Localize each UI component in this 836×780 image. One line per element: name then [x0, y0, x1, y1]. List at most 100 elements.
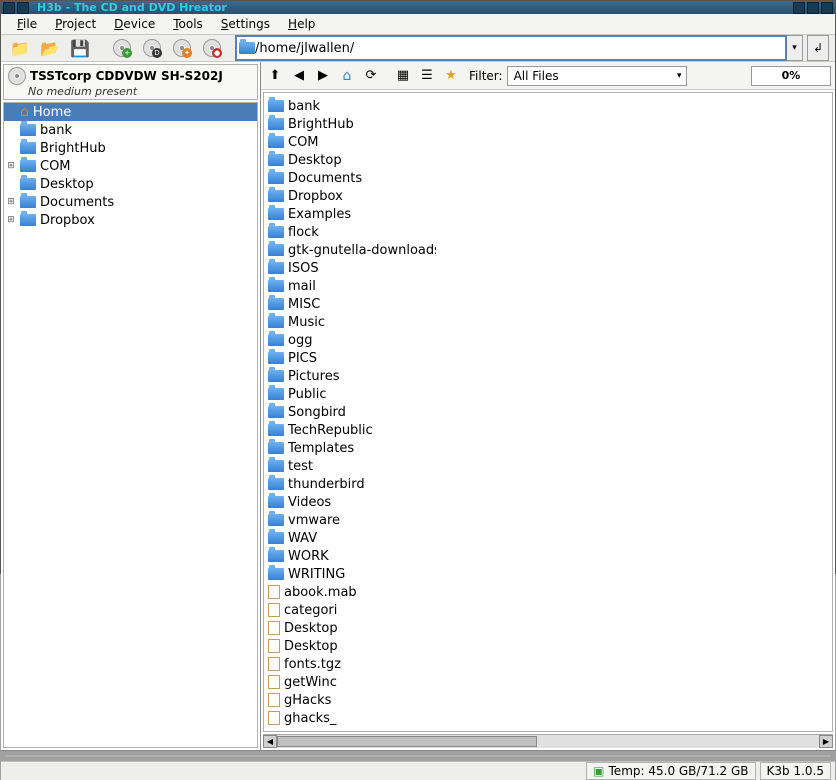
folder-item[interactable]: WAV [268, 529, 374, 547]
folder-item[interactable]: flock [268, 223, 436, 241]
folder-icon [20, 142, 36, 154]
folder-item[interactable]: Desktop [268, 151, 368, 169]
folder-item[interactable]: WORK [268, 547, 374, 565]
folder-item[interactable]: MISC [268, 295, 436, 313]
scroll-right[interactable]: ▶ [819, 735, 833, 748]
path-input-wrap [235, 35, 787, 61]
folder-item[interactable]: Videos [268, 493, 374, 511]
tree-home[interactable]: ⌂Home [4, 103, 257, 121]
nav-refresh[interactable]: ⟳ [361, 66, 381, 86]
main-toolbar: 📁 📂 💾 + D ✦ ● ▾ ↲ [1, 35, 835, 62]
folder-item[interactable]: TechRepublic [268, 421, 374, 439]
path-input[interactable] [255, 38, 783, 58]
new-project-button[interactable]: 📁 [7, 35, 33, 61]
save-button[interactable]: 💾 [67, 35, 93, 61]
folder-item[interactable]: Examples [268, 205, 368, 223]
file-icon [268, 675, 280, 689]
file-item[interactable]: getWinc [268, 673, 368, 691]
disc-action-2[interactable]: D [139, 35, 165, 61]
folder-item[interactable]: Music [268, 313, 436, 331]
minimize-button[interactable] [793, 2, 805, 14]
disc-action-4[interactable]: ● [199, 35, 225, 61]
folder-item[interactable]: mail [268, 277, 436, 295]
folder-item[interactable]: test [268, 457, 374, 475]
folder-item[interactable]: ISOS [268, 259, 436, 277]
right-pane: ⬆ ◀ ▶ ⌂ ⟳ ▦ ☰ ★ Filter: All Files 0% ban… [261, 62, 835, 750]
folder-item[interactable]: Templates [268, 439, 374, 457]
scroll-left[interactable]: ◀ [263, 735, 277, 748]
folder-item[interactable]: Dropbox [268, 187, 368, 205]
h-scrollbar[interactable]: ◀ ▶ [263, 734, 833, 748]
folder-item[interactable]: gtk-gnutella-downloads [268, 241, 436, 259]
go-button[interactable]: ↲ [807, 35, 829, 61]
folder-item[interactable]: WRITING [268, 565, 374, 583]
file-icon [268, 585, 280, 599]
folder-item[interactable]: vmware [268, 511, 374, 529]
folder-icon [268, 370, 284, 382]
menu-settings[interactable]: Settings [213, 14, 278, 34]
view-icons[interactable]: ▦ [393, 66, 413, 86]
tree-item[interactable]: BrightHub [4, 139, 257, 157]
file-item[interactable]: ghacks_ [268, 709, 368, 727]
folder-item[interactable]: Documents [268, 169, 368, 187]
nav-up[interactable]: ⬆ [265, 66, 285, 86]
folder-icon [268, 244, 284, 256]
folder-item[interactable]: PICS [268, 349, 374, 367]
folder-icon [268, 424, 284, 436]
folder-item[interactable]: COM [268, 133, 368, 151]
nav-home[interactable]: ⌂ [337, 66, 357, 86]
folder-icon [268, 190, 284, 202]
folder-icon [268, 154, 284, 166]
welcome-hscroll[interactable] [6, 755, 816, 756]
filter-dropdown[interactable]: All Files [507, 66, 687, 86]
menu-help[interactable]: Help [280, 14, 323, 34]
folder-icon [239, 42, 255, 54]
menu-project[interactable]: Project [47, 14, 104, 34]
version-status: K3b 1.0.5 [760, 762, 831, 780]
folder-item[interactable]: Public [268, 385, 374, 403]
nav-back[interactable]: ◀ [289, 66, 309, 86]
tree-item[interactable]: bank [4, 121, 257, 139]
nav-forward[interactable]: ▶ [313, 66, 333, 86]
scroll-thumb[interactable] [277, 736, 537, 747]
file-item[interactable]: abook.mab [268, 583, 374, 601]
file-item[interactable]: fonts.tgz [268, 655, 368, 673]
disc-action-3[interactable]: ✦ [169, 35, 195, 61]
bookmark-button[interactable]: ★ [441, 66, 461, 86]
open-button[interactable]: 📂 [37, 35, 63, 61]
titlebar: H3b - The CD and DVD Hreator [1, 1, 835, 14]
folder-icon [268, 550, 284, 562]
folder-icon [268, 496, 284, 508]
file-item[interactable]: categori [268, 601, 368, 619]
folder-tree: ⌂Home bank BrightHub ⊞COM Desktop ⊞Docum… [3, 102, 258, 748]
file-browser: TSSTcorp CDDVDW SH-S202J No medium prese… [1, 62, 835, 751]
menu-file[interactable]: File [9, 14, 45, 34]
maximize-button[interactable] [807, 2, 819, 14]
stick-button[interactable] [17, 2, 29, 14]
path-dropdown[interactable]: ▾ [787, 35, 803, 61]
folder-item[interactable]: ogg [268, 331, 436, 349]
folder-item[interactable]: BrightHub [268, 115, 368, 133]
menu-device[interactable]: Device [106, 14, 163, 34]
folder-item[interactable]: Pictures [268, 367, 374, 385]
sysmenu-button[interactable] [3, 2, 15, 14]
file-icon [268, 711, 280, 725]
tree-item[interactable]: ⊞COM [4, 157, 257, 175]
view-list[interactable]: ☰ [417, 66, 437, 86]
disc-action-1[interactable]: + [109, 35, 135, 61]
close-button[interactable] [821, 2, 833, 14]
folder-item[interactable]: Songbird [268, 403, 374, 421]
tree-item[interactable]: ⊞Documents [4, 193, 257, 211]
file-item[interactable]: Desktop [268, 619, 368, 637]
folder-item[interactable]: thunderbird [268, 475, 374, 493]
folder-icon [268, 568, 284, 580]
folder-item[interactable]: bank [268, 97, 368, 115]
device-header[interactable]: TSSTcorp CDDVDW SH-S202J No medium prese… [3, 64, 258, 100]
file-item[interactable]: gHacks [268, 691, 368, 709]
menu-tools[interactable]: Tools [165, 14, 211, 34]
tree-item[interactable]: Desktop [4, 175, 257, 193]
folder-icon [20, 214, 36, 226]
device-status: No medium present [28, 85, 253, 98]
tree-item[interactable]: ⊞Dropbox [4, 211, 257, 229]
file-item[interactable]: Desktop [268, 637, 368, 655]
